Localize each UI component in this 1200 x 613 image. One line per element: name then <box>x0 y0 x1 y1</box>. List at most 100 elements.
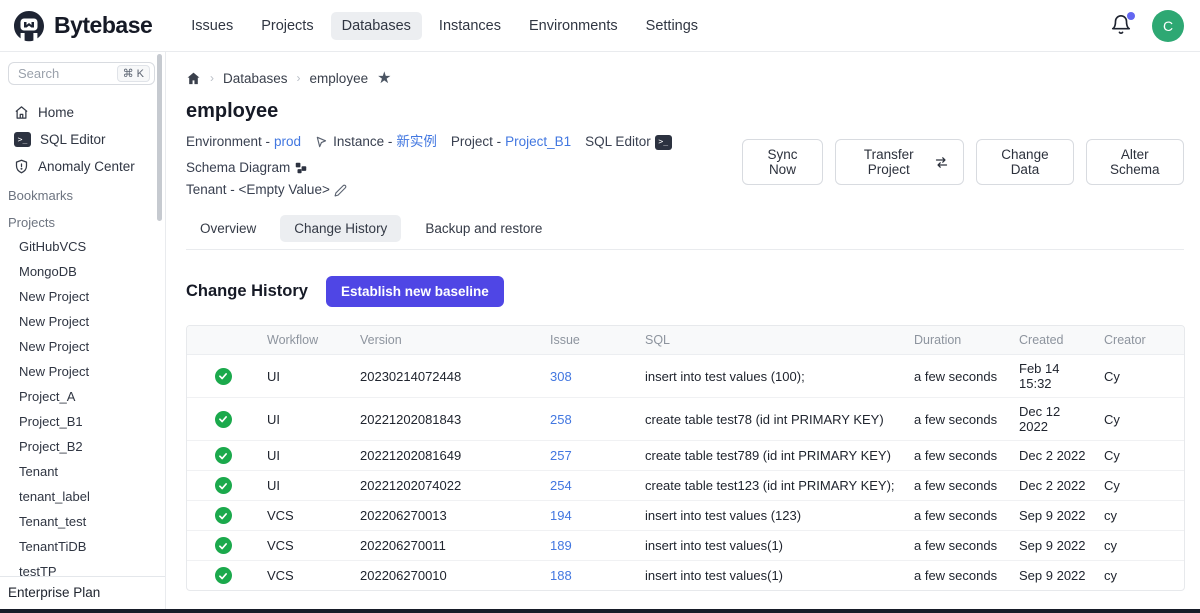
sidebar-project-item[interactable]: Tenant <box>0 459 165 484</box>
version-cell[interactable]: 20221202081649 <box>352 441 542 471</box>
nav-item[interactable]: Instances <box>428 12 512 40</box>
workflow-cell: VCS <box>259 501 352 531</box>
chevron-right-icon: › <box>210 71 214 85</box>
bytebase-logo-icon <box>12 9 46 43</box>
duration-cell: a few seconds <box>906 398 1011 441</box>
table-row[interactable]: VCS 202206270010 188 insert into test va… <box>187 561 1185 591</box>
success-check-icon <box>215 447 232 464</box>
sql-editor-link[interactable]: SQL Editor >_ <box>585 131 672 153</box>
sidebar-project-item[interactable]: New Project <box>0 284 165 309</box>
instance-link[interactable]: 新实例 <box>396 131 437 153</box>
environment-link[interactable]: prod <box>274 131 301 153</box>
favorite-star-icon[interactable]: ★ <box>377 68 391 88</box>
issue-link-cell[interactable]: 258 <box>542 398 637 441</box>
terminal-icon: >_ <box>14 132 31 147</box>
nav-item[interactable]: Issues <box>180 12 244 40</box>
created-cell: Sep 9 2022 <box>1011 501 1096 531</box>
sidebar-project-item[interactable]: Project_B1 <box>0 409 165 434</box>
version-cell[interactable]: 20230214072448 <box>352 355 542 398</box>
sidebar-scrollbar[interactable] <box>157 54 162 221</box>
sidebar-project-item[interactable]: tenant_label <box>0 484 165 509</box>
issue-link-cell[interactable]: 254 <box>542 471 637 501</box>
duration-cell: a few seconds <box>906 355 1011 398</box>
search-shortcut-badge: ⌘ K <box>117 65 150 82</box>
sql-cell: insert into test values (123) <box>637 501 906 531</box>
establish-baseline-button[interactable]: Establish new baseline <box>326 276 504 307</box>
version-cell[interactable]: 20221202074022 <box>352 471 542 501</box>
sidebar-project-item[interactable]: Project_B2 <box>0 434 165 459</box>
status-cell <box>187 441 259 471</box>
schema-diagram-link[interactable]: Schema Diagram <box>186 157 308 179</box>
nav-item[interactable]: Environments <box>518 12 629 40</box>
transfer-project-button[interactable]: Transfer Project <box>835 139 964 185</box>
sync-now-button[interactable]: Sync Now <box>742 139 823 185</box>
version-cell[interactable]: 20221202081843 <box>352 398 542 441</box>
table-row[interactable]: UI 20221202081649 257 create table test7… <box>187 441 1185 471</box>
chevron-right-icon: › <box>297 71 301 85</box>
breadcrumb-databases[interactable]: Databases <box>223 71 288 86</box>
instance-icon <box>315 135 329 149</box>
issue-link-cell[interactable]: 189 <box>542 531 637 561</box>
notifications-bell-icon[interactable] <box>1110 14 1134 38</box>
table-row[interactable]: VCS 202206270011 189 insert into test va… <box>187 531 1185 561</box>
sidebar-project-item[interactable]: New Project <box>0 309 165 334</box>
bottom-edge-bar <box>0 609 1200 613</box>
table-row[interactable]: VCS 202206270013 194 insert into test va… <box>187 501 1185 531</box>
issue-link-cell[interactable]: 257 <box>542 441 637 471</box>
success-check-icon <box>215 477 232 494</box>
nav-item[interactable]: Projects <box>250 12 324 40</box>
brand[interactable]: Bytebase <box>12 9 152 43</box>
main-content: › Databases › employee ★ employee Enviro… <box>166 52 1200 609</box>
col-status <box>187 326 259 355</box>
sidebar-item-home[interactable]: Home <box>0 99 165 126</box>
sidebar-project-item[interactable]: New Project <box>0 359 165 384</box>
search-input[interactable]: Search ⌘ K <box>8 62 155 85</box>
notification-dot <box>1127 12 1135 20</box>
version-cell[interactable]: 202206270011 <box>352 531 542 561</box>
status-cell <box>187 355 259 398</box>
breadcrumb-employee[interactable]: employee <box>310 71 369 86</box>
creator-cell: cy <box>1096 531 1185 561</box>
sidebar-item-anomaly-center[interactable]: Anomaly Center <box>0 153 165 180</box>
tab[interactable]: Overview <box>186 215 270 242</box>
page-title: employee <box>186 100 1184 123</box>
database-actions: Sync Now Transfer Project Change Data <box>742 139 1184 185</box>
project-link[interactable]: Project_B1 <box>505 131 571 153</box>
sidebar-project-item[interactable]: Project_A <box>0 384 165 409</box>
version-cell[interactable]: 202206270010 <box>352 561 542 591</box>
nav-item[interactable]: Databases <box>331 12 422 40</box>
table-row[interactable]: UI 20221202081843 258 create table test7… <box>187 398 1185 441</box>
user-avatar[interactable]: C <box>1152 10 1184 42</box>
duration-cell: a few seconds <box>906 531 1011 561</box>
status-cell <box>187 561 259 591</box>
edit-pencil-icon[interactable] <box>334 184 347 197</box>
breadcrumb-home-icon[interactable] <box>186 71 201 86</box>
issue-link-cell[interactable]: 194 <box>542 501 637 531</box>
success-check-icon <box>215 368 232 385</box>
table-row[interactable]: UI 20221202074022 254 create table test1… <box>187 471 1185 501</box>
change-data-button[interactable]: Change Data <box>976 139 1073 185</box>
sidebar-project-item[interactable]: MongoDB <box>0 259 165 284</box>
sql-cell: create table test123 (id int PRIMARY KEY… <box>637 471 906 501</box>
sidebar-project-item[interactable]: TenantTiDB <box>0 534 165 559</box>
sidebar-project-item[interactable]: GitHubVCS <box>0 234 165 259</box>
version-cell[interactable]: 202206270013 <box>352 501 542 531</box>
database-tabs: Overview Change History Backup and restore <box>186 215 1184 250</box>
sidebar-item-sql-editor[interactable]: >_ SQL Editor <box>0 126 165 153</box>
change-history-table: Workflow Version Issue SQL Duration Crea… <box>186 325 1185 591</box>
sidebar-project-item[interactable]: New Project <box>0 334 165 359</box>
table-row[interactable]: UI 20230214072448 308 insert into test v… <box>187 355 1185 398</box>
created-cell: Sep 9 2022 <box>1011 561 1096 591</box>
nav-item[interactable]: Settings <box>635 12 709 40</box>
sidebar-section-projects: Projects <box>0 207 165 234</box>
sidebar-project-list: GitHubVCSMongoDBNew ProjectNew ProjectNe… <box>0 234 165 609</box>
table-header-row: Workflow Version Issue SQL Duration Crea… <box>187 326 1185 355</box>
col-issue: Issue <box>542 326 637 355</box>
tab[interactable]: Backup and restore <box>411 215 556 242</box>
plan-label: Enterprise Plan <box>0 576 165 609</box>
sidebar-project-item[interactable]: Tenant_test <box>0 509 165 534</box>
issue-link-cell[interactable]: 188 <box>542 561 637 591</box>
tab[interactable]: Change History <box>280 215 401 242</box>
alter-schema-button[interactable]: Alter Schema <box>1086 139 1184 185</box>
issue-link-cell[interactable]: 308 <box>542 355 637 398</box>
